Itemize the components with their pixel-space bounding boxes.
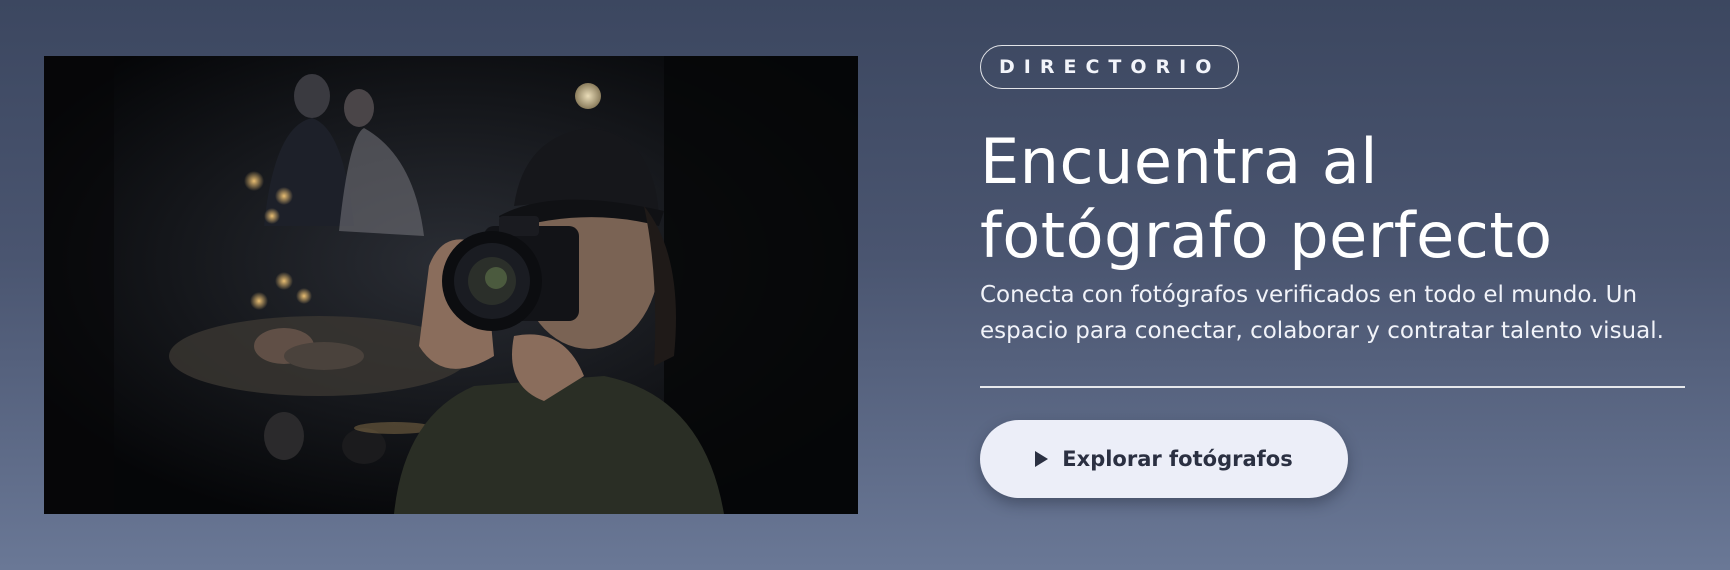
directory-badge: DIRECTORIO — [980, 45, 1240, 89]
explore-photographers-button[interactable]: Explorar fotógrafos — [980, 420, 1348, 498]
hero-description: Conecta con fotógrafos verificados en to… — [980, 282, 1664, 344]
divider — [980, 386, 1685, 388]
play-icon — [1035, 451, 1049, 467]
explore-photographers-label: Explorar fotógrafos — [1062, 447, 1293, 471]
title-line-1: Encuentra al — [980, 125, 1379, 198]
title-line-2: fotógrafo perfecto — [980, 199, 1553, 272]
hero-content: DIRECTORIO Encuentra al fotógrafo perfec… — [980, 45, 1685, 498]
hero-image — [44, 56, 858, 514]
photographer-illustration — [44, 56, 858, 514]
page-title: Encuentra al fotógrafo perfecto — [980, 125, 1684, 273]
